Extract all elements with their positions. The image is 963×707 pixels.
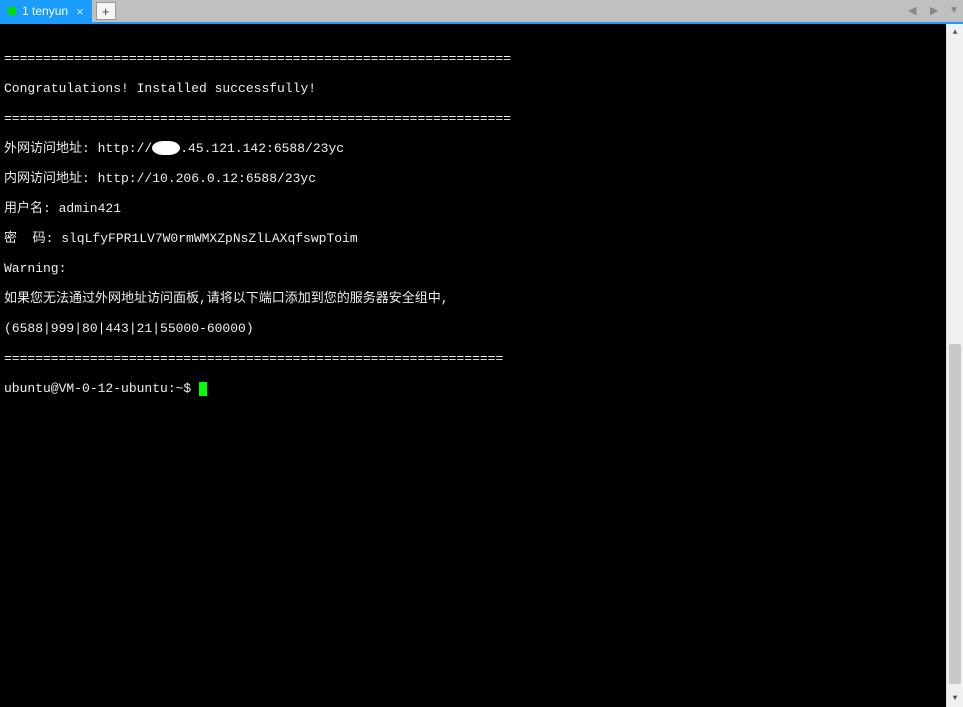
redacted-ip-icon [152,141,180,155]
tab-active[interactable]: 1 tenyun × [0,0,92,22]
separator-line: ========================================… [4,111,942,126]
terminal-output[interactable]: ========================================… [0,24,946,707]
username-line: 用户名: admin421 [4,201,942,216]
terminal-wrapper: ========================================… [0,24,963,707]
nav-right-icon[interactable]: ► [927,2,941,18]
internal-url-line: 内网访问地址: http://10.206.0.12:6588/23yc [4,171,942,186]
tab-status-indicator [8,7,16,15]
congrats-line: Congratulations! Installed successfully! [4,81,942,96]
nav-left-icon[interactable]: ◄ [905,2,919,18]
warning-ports-line: (6588|999|80|443|21|55000-60000) [4,321,942,336]
external-url-line: 外网访问地址: http://.45.121.142:6588/23yc [4,141,942,156]
separator-line: ========================================… [4,51,942,66]
new-tab-button[interactable]: + [96,2,116,20]
tab-label: 1 tenyun [22,4,68,18]
password-line: 密 码: slqLfyFPR1LV7W0rmWMXZpNsZlLAXqfswpT… [4,231,942,246]
prompt-line[interactable]: ubuntu@VM-0-12-ubuntu:~$ [4,381,942,396]
tab-nav-controls: ◄ ► ▼ [905,2,959,18]
scrollbar[interactable]: ▲ ▼ [946,24,963,707]
separator-line: ========================================… [4,351,942,366]
close-icon[interactable]: × [74,4,86,19]
warning-line: Warning: [4,261,942,276]
scroll-down-icon[interactable]: ▼ [947,690,963,707]
tab-dropdown-icon[interactable]: ▼ [949,5,959,16]
scrollbar-thumb[interactable] [949,344,961,684]
cursor-icon [199,382,207,396]
scroll-up-icon[interactable]: ▲ [947,24,963,41]
tab-bar: 1 tenyun × + ◄ ► ▼ [0,0,963,24]
warning-detail-line: 如果您无法通过外网地址访问面板,请将以下端口添加到您的服务器安全组中, [4,291,942,306]
